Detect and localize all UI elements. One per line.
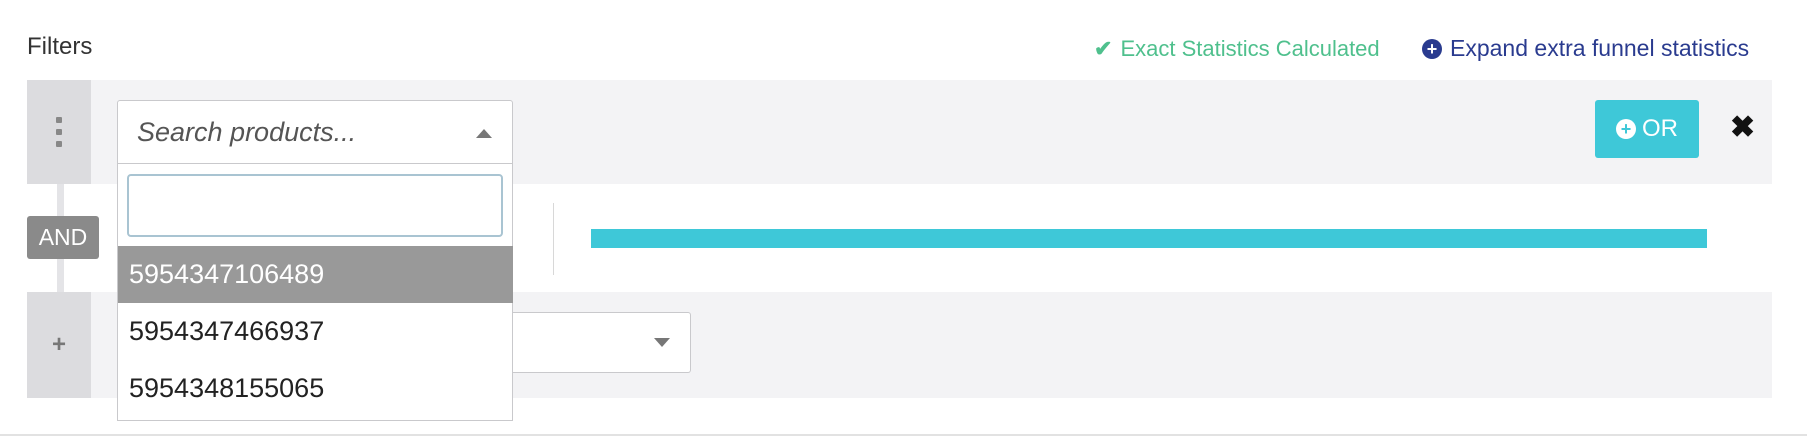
- expand-funnel-statistics-link[interactable]: + Expand extra funnel statistics: [1422, 35, 1749, 62]
- dropdown-options: 5954347106489 5954347466937 595434815506…: [118, 246, 513, 417]
- caret-down-icon: [654, 338, 670, 347]
- dropdown-option[interactable]: 5954348155065: [118, 360, 513, 417]
- check-icon: ✔: [1094, 36, 1113, 61]
- filters-title: Filters: [27, 33, 93, 60]
- product-dropdown: 5954347106489 5954347466937 595434815506…: [117, 164, 513, 421]
- expand-link-label: Expand extra funnel statistics: [1450, 35, 1750, 61]
- plus-circle-icon: +: [1616, 119, 1636, 139]
- dropdown-search-input[interactable]: [127, 174, 503, 237]
- bottom-border: [0, 434, 1807, 436]
- status-text: Exact Statistics Calculated: [1120, 36, 1380, 61]
- or-button-label: OR: [1642, 115, 1678, 142]
- funnel-bar: [591, 229, 1707, 248]
- exact-statistics-status: ✔ Exact Statistics Calculated: [1094, 36, 1380, 62]
- drag-handle[interactable]: [27, 80, 91, 184]
- dropdown-option[interactable]: 5954347466937: [118, 303, 513, 360]
- dropdown-option[interactable]: 5954347106489: [118, 246, 513, 303]
- plus-icon[interactable]: +: [27, 292, 91, 398]
- add-or-button[interactable]: + OR: [1595, 100, 1699, 158]
- plus-circle-icon: +: [1422, 38, 1442, 59]
- caret-up-icon: [476, 129, 492, 138]
- search-placeholder: Search products...: [137, 117, 357, 147]
- divider: [553, 203, 554, 275]
- product-search-select[interactable]: Search products...: [117, 100, 513, 164]
- drag-handle-icon: [56, 117, 62, 147]
- and-badge: AND: [27, 216, 99, 259]
- close-icon[interactable]: ✖: [1730, 110, 1755, 145]
